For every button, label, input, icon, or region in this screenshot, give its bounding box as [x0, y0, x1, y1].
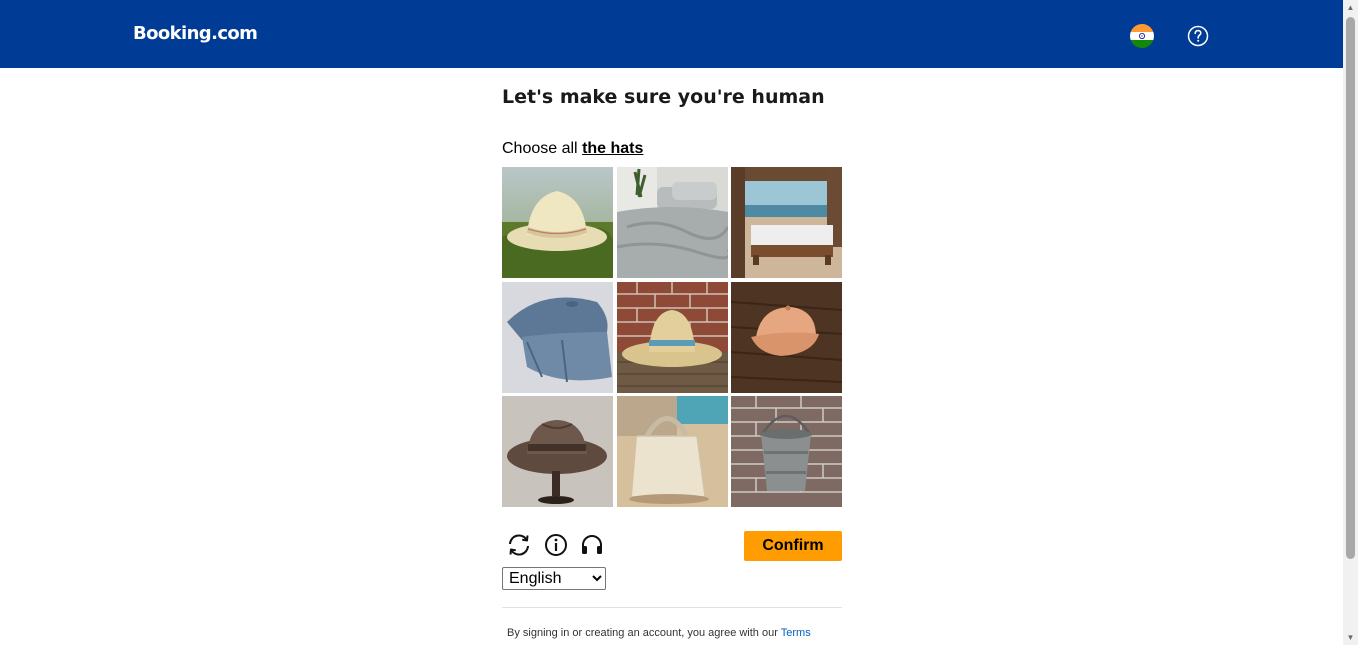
- beach-bed-image: [731, 167, 842, 278]
- captcha-tile-2[interactable]: [617, 167, 728, 278]
- captcha-tile-6[interactable]: [731, 282, 842, 393]
- tan-cap-image: [731, 282, 842, 393]
- booking-logo[interactable]: Booking.com: [133, 23, 258, 44]
- straw-hat-brick-image: [617, 282, 728, 393]
- scroll-up-arrow-icon[interactable]: ▲: [1343, 0, 1358, 15]
- top-header: Booking.com: [0, 0, 1343, 68]
- prompt-prefix: Choose all: [502, 140, 578, 157]
- captcha-tile-9[interactable]: [731, 396, 842, 507]
- tote-bag-image: [617, 396, 728, 507]
- captcha-title: Let's make sure you're human: [502, 86, 825, 108]
- captcha-tile-3[interactable]: [731, 167, 842, 278]
- captcha-tile-1[interactable]: [502, 167, 613, 278]
- scroll-down-arrow-icon[interactable]: ▼: [1343, 630, 1358, 645]
- page-scrollbar[interactable]: ▲ ▼: [1343, 0, 1358, 645]
- straw-hat-image: [502, 167, 613, 278]
- india-flag-icon[interactable]: [1130, 24, 1154, 48]
- blue-cap-image: [502, 282, 613, 393]
- legal-text: By signing in or creating an account, yo…: [507, 627, 778, 639]
- captcha-tile-5[interactable]: [617, 282, 728, 393]
- captcha-tile-7[interactable]: [502, 396, 613, 507]
- gray-bed-image: [617, 167, 728, 278]
- metal-bucket-image: [731, 396, 842, 507]
- legal-notice: By signing in or creating an account, yo…: [507, 627, 811, 639]
- info-icon[interactable]: [543, 532, 569, 558]
- captcha-tile-8[interactable]: [617, 396, 728, 507]
- captcha-prompt: Choose all the hats: [502, 140, 643, 158]
- brown-fedora-image: [502, 396, 613, 507]
- confirm-button[interactable]: Confirm: [744, 531, 842, 561]
- language-select[interactable]: English: [502, 567, 606, 590]
- prompt-target: the hats: [582, 140, 644, 157]
- captcha-image-grid: [502, 167, 842, 507]
- captcha-tile-4[interactable]: [502, 282, 613, 393]
- footer-divider: [502, 607, 842, 608]
- headphones-icon[interactable]: [579, 532, 605, 558]
- scrollbar-thumb[interactable]: [1346, 17, 1355, 559]
- terms-link[interactable]: Terms: [781, 627, 811, 639]
- question-circle-icon[interactable]: [1187, 25, 1209, 47]
- refresh-icon[interactable]: [506, 532, 532, 558]
